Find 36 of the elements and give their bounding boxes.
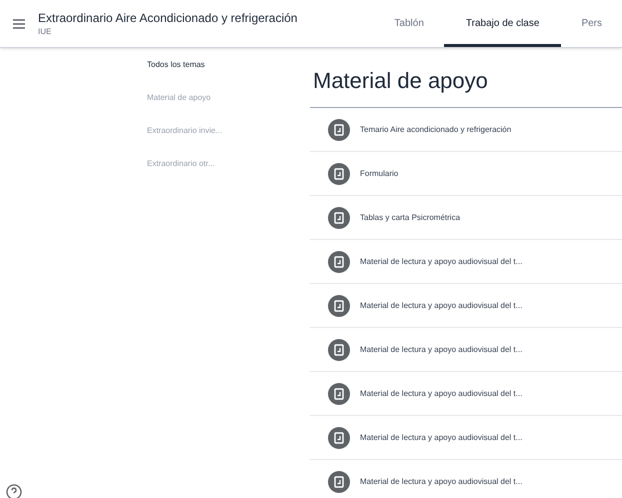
document-icon: [328, 206, 350, 228]
section-heading: Material de apoyo: [310, 48, 622, 108]
material-row[interactable]: Temario Aire acondicionado y refrigeración: [310, 108, 622, 152]
material-title: Temario Aire acondicionado y refrigeración: [360, 124, 512, 136]
class-title: Extraordinario Aire Acondicionado y refrigeración: [38, 10, 298, 26]
material-row[interactable]: Formulario: [310, 152, 622, 196]
document-icon: [328, 470, 350, 492]
document-icon: [328, 162, 350, 184]
menu-icon[interactable]: [13, 18, 25, 28]
document-icon: [328, 294, 350, 316]
material-row[interactable]: Tablas y carta Psicrométrica: [310, 196, 622, 240]
document-icon: [328, 250, 350, 272]
document-icon: [328, 338, 350, 360]
material-row[interactable]: Material de lectura y apoyo audiovisual del t...: [310, 372, 622, 416]
material-title: Material de lectura y apoyo audiovisual del t...: [360, 256, 522, 268]
material-title: Material de lectura y apoyo audiovisual del t...: [360, 476, 522, 488]
document-icon: [328, 382, 350, 404]
topic-link[interactable]: Todos los temas: [140, 56, 212, 74]
material-title: Material de lectura y apoyo audiovisual del t...: [360, 300, 522, 312]
help-icon[interactable]: [6, 484, 22, 498]
document-icon: [328, 118, 350, 140]
material-row[interactable]: Material de lectura y apoyo audiovisual del t...: [310, 460, 622, 498]
material-title: Tablas y carta Psicrométrica: [360, 212, 460, 224]
material-row[interactable]: Material de lectura y apoyo audiovisual del t...: [310, 416, 622, 460]
material-row[interactable]: Material de lectura y apoyo audiovisual del t...: [310, 284, 622, 328]
tab[interactable]: Tablón: [374, 0, 444, 47]
material-title: Material de lectura y apoyo audiovisual del t...: [360, 388, 522, 400]
material-row[interactable]: Material de lectura y apoyo audiovisual del t...: [310, 328, 622, 372]
material-title: Formulario: [360, 168, 398, 180]
tab[interactable]: Pers: [561, 0, 622, 47]
document-icon: [328, 426, 350, 448]
tab[interactable]: Trabajo de clase: [444, 0, 562, 47]
material-title: Material de lectura y apoyo audiovisual del t...: [360, 344, 522, 356]
material-row[interactable]: Material de lectura y apoyo audiovisual del t...: [310, 240, 622, 284]
material-title: Material de lectura y apoyo audiovisual del t...: [360, 432, 522, 444]
class-subtitle: IUE: [38, 26, 52, 38]
